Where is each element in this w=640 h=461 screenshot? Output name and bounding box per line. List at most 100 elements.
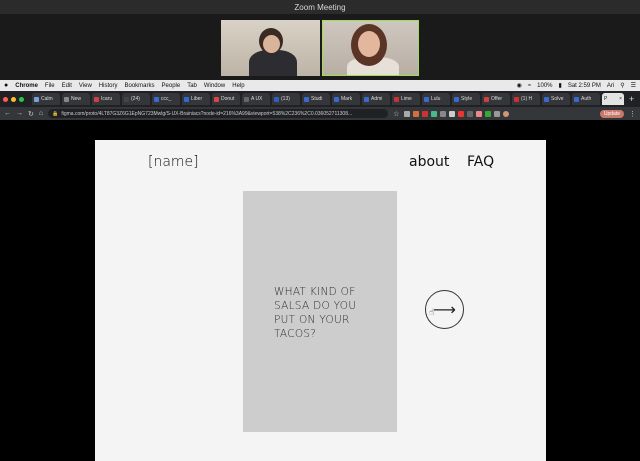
participant-1-face: [263, 35, 280, 53]
tab-favicon-icon: [574, 96, 579, 102]
home-icon[interactable]: ⌂: [39, 110, 43, 117]
address-bar[interactable]: 🔒 figma.com/proto/4LT87G3Z6G1EpNG723Mwlg…: [48, 109, 389, 118]
tab-favicon-icon: [94, 96, 99, 102]
browser-tab[interactable]: (13): [272, 93, 300, 105]
tab-label: Icaru: [101, 96, 113, 102]
tab-label: Liber: [191, 96, 203, 102]
browser-tab[interactable]: Admi: [362, 93, 390, 105]
browser-tab[interactable]: Auth: [572, 93, 600, 105]
lock-icon: 🔒: [52, 110, 59, 117]
forward-arrow-icon[interactable]: →: [16, 110, 23, 117]
tab-close-icon[interactable]: ×: [619, 96, 624, 102]
tab-label: Studi: [311, 96, 323, 102]
browser-tab[interactable]: Liber: [182, 93, 210, 105]
menu-view[interactable]: View: [79, 83, 92, 89]
hand-cursor-icon: ☝: [429, 308, 435, 318]
extension-icon[interactable]: [476, 110, 483, 117]
participant-2-face: [358, 31, 380, 57]
extension-icons: [404, 110, 510, 117]
browser-tab[interactable]: Calm: [32, 93, 60, 105]
menu-file[interactable]: File: [45, 83, 55, 89]
tab-list: Calm New Icaru (24) ccc_ Liber Donut A UX (13) St…: [32, 93, 600, 105]
menu-people[interactable]: People: [162, 83, 181, 89]
profile-avatar[interactable]: [503, 110, 510, 117]
tab-label: Auth: [581, 96, 592, 102]
tab-label: ccc_: [161, 96, 172, 102]
back-arrow-icon[interactable]: ←: [4, 110, 11, 117]
new-tab-button[interactable]: +: [629, 94, 634, 104]
menu-help[interactable]: Help: [232, 83, 244, 89]
zoom-status-icon[interactable]: ◉: [517, 82, 522, 89]
tab-label: New: [71, 96, 82, 102]
active-tab[interactable]: P ×: [602, 93, 624, 105]
tab-label: Lime: [401, 96, 412, 102]
brand-logo-text[interactable]: [name]: [148, 154, 199, 170]
extension-icon[interactable]: [422, 110, 429, 117]
reload-icon[interactable]: ↻: [28, 110, 34, 118]
question-card: WHAT KIND OF SALSA DO YOU PUT ON YOUR TA…: [243, 191, 397, 432]
browser-tab[interactable]: Mark: [332, 93, 360, 105]
tab-favicon-icon: [544, 96, 549, 102]
extension-icon[interactable]: [467, 110, 474, 117]
nav-about-link[interactable]: about: [409, 154, 449, 170]
tab-label: Style: [461, 96, 473, 102]
browser-tab[interactable]: New: [62, 93, 90, 105]
tab-favicon-icon: [214, 96, 219, 102]
menu-chrome[interactable]: Chrome: [15, 83, 38, 89]
tab-label: Solve: [551, 96, 564, 102]
browser-tab[interactable]: (1) H: [512, 93, 540, 105]
menu-window[interactable]: Window: [204, 83, 225, 89]
close-window-icon[interactable]: [3, 96, 8, 102]
battery-percent[interactable]: 100%: [537, 83, 552, 89]
tab-label: (13): [281, 96, 290, 102]
extension-icon[interactable]: [440, 110, 447, 117]
tab-label: Donut: [221, 96, 235, 102]
browser-tab[interactable]: Lime: [392, 93, 420, 105]
tab-favicon-icon: [154, 96, 159, 102]
browser-tab[interactable]: Donut: [212, 93, 240, 105]
extension-icon[interactable]: [449, 110, 456, 117]
browser-tab[interactable]: A UX: [242, 93, 270, 105]
tab-favicon-icon: [514, 96, 519, 102]
zoom-window-icon[interactable]: [19, 96, 24, 102]
menu-bar-user[interactable]: Ari: [607, 83, 614, 89]
menu-bookmarks[interactable]: Bookmarks: [125, 83, 155, 89]
nav-faq-link[interactable]: FAQ: [467, 154, 494, 170]
menu-tab[interactable]: Tab: [187, 83, 197, 89]
prototype-viewport: [name] about FAQ WHAT KIND OF SALSA DO Y…: [0, 120, 640, 461]
bookmark-star-icon[interactable]: ☆: [393, 110, 399, 118]
tab-label: Calm: [41, 96, 53, 102]
extension-icon[interactable]: [458, 110, 465, 117]
browser-tab[interactable]: ccc_: [152, 93, 180, 105]
participant-video-1[interactable]: [221, 20, 320, 76]
search-icon[interactable]: ⚲: [620, 82, 624, 89]
apple-menu-icon[interactable]: ●: [4, 82, 8, 89]
menu-history[interactable]: History: [99, 83, 118, 89]
zoom-window-title: Zoom Meeting: [294, 2, 346, 12]
browser-tab[interactable]: Solve: [542, 93, 570, 105]
extension-icon[interactable]: [413, 110, 420, 117]
tab-favicon-icon: [424, 96, 429, 102]
browser-tab[interactable]: Lulu: [422, 93, 450, 105]
menu-bar-clock[interactable]: Sat 2:59 PM: [568, 83, 601, 89]
extension-icon[interactable]: [404, 110, 411, 117]
participant-video-2-active-speaker[interactable]: [322, 20, 419, 76]
menu-kebab-icon[interactable]: ⋮: [629, 110, 636, 118]
wifi-icon[interactable]: ≈: [528, 83, 531, 89]
browser-tab[interactable]: Icaru: [92, 93, 120, 105]
tab-label: Admi: [371, 96, 383, 102]
browser-tab[interactable]: Style: [452, 93, 480, 105]
menu-edit[interactable]: Edit: [62, 83, 72, 89]
minimize-window-icon[interactable]: [11, 96, 16, 102]
extension-icon[interactable]: [485, 110, 492, 117]
tab-label: A UX: [251, 96, 263, 102]
browser-tab[interactable]: Offer: [482, 93, 510, 105]
browser-tab[interactable]: Studi: [302, 93, 330, 105]
active-tab-label: P: [604, 96, 608, 102]
update-button[interactable]: Update: [599, 109, 624, 118]
control-center-icon[interactable]: ☰: [631, 82, 636, 89]
puzzle-icon[interactable]: [494, 110, 501, 117]
battery-icon: ▮: [558, 83, 562, 89]
browser-tab[interactable]: (24): [122, 93, 150, 105]
extension-icon[interactable]: [431, 110, 438, 117]
